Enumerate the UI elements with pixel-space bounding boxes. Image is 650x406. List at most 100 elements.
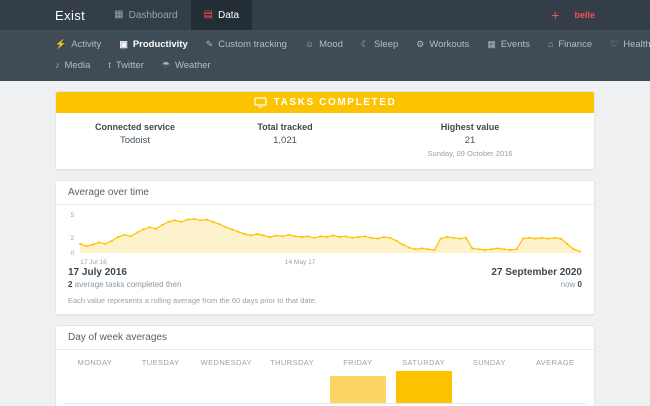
average-over-time-title: Average over time xyxy=(56,181,594,205)
dow-header-average: AVERAGE xyxy=(535,358,575,367)
weather-icon: ☂ xyxy=(161,60,170,70)
dow-header-tuesday: TUESDAY xyxy=(141,358,180,367)
activity-icon: ⚡ xyxy=(55,39,67,49)
finance-icon: ⌂ xyxy=(547,39,554,49)
dow-header-thursday: THURSDAY xyxy=(270,358,315,367)
stat-label: Total tracked xyxy=(257,122,313,132)
category-row-1: ⚡ Activity ▣ Productivity ✎ Custom tracking ☺ M… xyxy=(49,34,650,55)
end-summary: now 0 xyxy=(491,280,582,289)
nav-data-label: Data xyxy=(218,9,240,21)
nav-dashboard-label: Dashboard xyxy=(128,9,178,21)
summary-card: TASKS COMPLETED Connected service Todois… xyxy=(55,91,595,170)
category-tab-twitter[interactable]: t Twitter xyxy=(102,55,150,76)
stat-label: Highest value xyxy=(440,122,500,132)
category-label: Twitter xyxy=(115,60,144,71)
monitor-icon xyxy=(254,97,267,108)
end-value: 0 xyxy=(577,280,582,289)
stat-label: Connected service xyxy=(94,122,176,132)
category-label: Activity xyxy=(71,39,102,50)
dow-bar-cell-average xyxy=(522,369,588,403)
dow-bars-row xyxy=(56,369,594,403)
dow-bar-cell-thursday xyxy=(259,369,325,403)
category-tab-mood[interactable]: ☺ Mood xyxy=(299,34,349,55)
svg-text:5: 5 xyxy=(70,212,74,219)
tasks-completed-banner: TASKS COMPLETED xyxy=(56,92,594,113)
dow-header-monday: MONDAY xyxy=(77,358,113,367)
end-date: 27 September 2020 xyxy=(491,267,582,278)
top-right-area: + belle xyxy=(551,0,650,30)
dow-header-wednesday: WEDNESDAY xyxy=(200,358,253,367)
category-label: Media xyxy=(64,60,91,71)
category-tab-productivity[interactable]: ▣ Productivity xyxy=(113,34,193,55)
category-row-2: ♪ Media t Twitter ☂ Weather xyxy=(49,55,650,76)
sleep-icon: ☾ xyxy=(360,39,369,49)
exist-logo[interactable]: Exist xyxy=(55,0,85,30)
workouts-icon: ⚙ xyxy=(416,39,425,49)
user-menu[interactable]: belle xyxy=(574,10,595,20)
stat-sub-date: Sunday, 09 October 2016 xyxy=(427,149,513,158)
category-label: Weather xyxy=(174,60,211,71)
day-of-week-title: Day of week averages xyxy=(56,326,594,350)
svg-text:0: 0 xyxy=(70,250,74,257)
category-label: Workouts xyxy=(429,39,470,50)
dow-bar-cell-saturday xyxy=(391,369,457,403)
chart-date-range: 17 July 2016 2 average tasks completed t… xyxy=(56,266,594,289)
dashboard-grid-icon: ▦ xyxy=(114,9,124,20)
dow-header-friday: FRIDAY xyxy=(343,358,373,367)
category-tab-health[interactable]: ♡ Health xyxy=(604,34,650,55)
dow-bar-cell-tuesday xyxy=(128,369,194,403)
svg-text:2: 2 xyxy=(70,235,74,242)
data-chart-icon: ▤ xyxy=(203,9,213,20)
custom-tracking-icon: ✎ xyxy=(205,39,214,49)
events-icon: ▦ xyxy=(487,39,496,49)
nav-dashboard[interactable]: ▦ Dashboard xyxy=(101,0,190,30)
category-label: Mood xyxy=(319,39,343,50)
average-over-time-card: Average over time 5 2 0 17 Jul 16 14 May 17 … xyxy=(55,180,595,315)
category-tab-sleep[interactable]: ☾ Sleep xyxy=(355,34,404,55)
main-content: TASKS COMPLETED Connected service Todois… xyxy=(0,81,650,406)
category-tab-media[interactable]: ♪ Media xyxy=(49,55,96,76)
end-text: now xyxy=(560,280,578,289)
category-tab-weather[interactable]: ☂ Weather xyxy=(156,55,217,76)
range-start: 17 July 2016 2 average tasks completed t… xyxy=(68,267,181,289)
rolling-average-note: Each value represents a rolling average … xyxy=(68,296,317,305)
mood-icon: ☺ xyxy=(304,39,315,49)
svg-text:14 May 17: 14 May 17 xyxy=(285,259,316,266)
day-of-week-card: Day of week averages MONDAY TUESDAY WEDNES… xyxy=(55,325,595,406)
start-date: 17 July 2016 xyxy=(68,267,127,278)
twitter-icon: t xyxy=(108,60,111,70)
dow-header-sunday: SUNDAY xyxy=(472,358,506,367)
category-tab-events[interactable]: ▦ Events xyxy=(481,34,536,55)
category-label: Events xyxy=(500,39,530,50)
category-tab-activity[interactable]: ⚡ Activity xyxy=(49,34,107,55)
dow-bar-cell-wednesday xyxy=(194,369,260,403)
summary-stats: Connected service Todoist Total tracked … xyxy=(56,113,594,169)
stat-value: 21 xyxy=(464,135,476,146)
category-tab-custom-tracking[interactable]: ✎ Custom tracking xyxy=(200,34,293,55)
top-bar: Exist ▦ Dashboard ▤ Data + belle xyxy=(0,0,650,30)
dow-bar-cell-monday xyxy=(62,369,128,403)
svg-text:17 Jul 16: 17 Jul 16 xyxy=(80,259,107,266)
average-line-chart[interactable]: 5 2 0 17 Jul 16 14 May 17 xyxy=(64,210,586,266)
dow-bar-cell-friday xyxy=(325,369,391,403)
dow-bar-friday[interactable] xyxy=(330,376,386,403)
category-label: Productivity xyxy=(132,39,188,50)
productivity-icon: ▣ xyxy=(119,39,128,49)
category-label: Custom tracking xyxy=(218,39,287,50)
nav-data[interactable]: ▤ Data xyxy=(190,0,253,30)
stat-value: Todoist xyxy=(119,135,151,146)
stat-highest-value: Highest value 21 Sunday, 09 October 2016 xyxy=(370,122,570,158)
range-end: 27 September 2020 now 0 xyxy=(491,267,582,289)
banner-title: TASKS COMPLETED xyxy=(273,97,397,108)
start-summary: 2 average tasks completed then xyxy=(68,280,181,289)
health-icon: ♡ xyxy=(610,39,619,49)
stat-total-tracked: Total tracked 1,021 xyxy=(200,122,370,158)
category-label: Sleep xyxy=(373,39,399,50)
dow-bar-saturday[interactable] xyxy=(395,371,452,403)
add-button[interactable]: + xyxy=(551,8,559,22)
dow-names-row: MONDAY TUESDAY WEDNESDAY THURSDAY FRIDAY SATU… xyxy=(56,358,594,367)
category-label: Finance xyxy=(558,39,593,50)
category-tab-finance[interactable]: ⌂ Finance xyxy=(542,34,598,55)
dow-header-saturday: SATURDAY xyxy=(402,358,446,367)
category-tab-workouts[interactable]: ⚙ Workouts xyxy=(410,34,475,55)
